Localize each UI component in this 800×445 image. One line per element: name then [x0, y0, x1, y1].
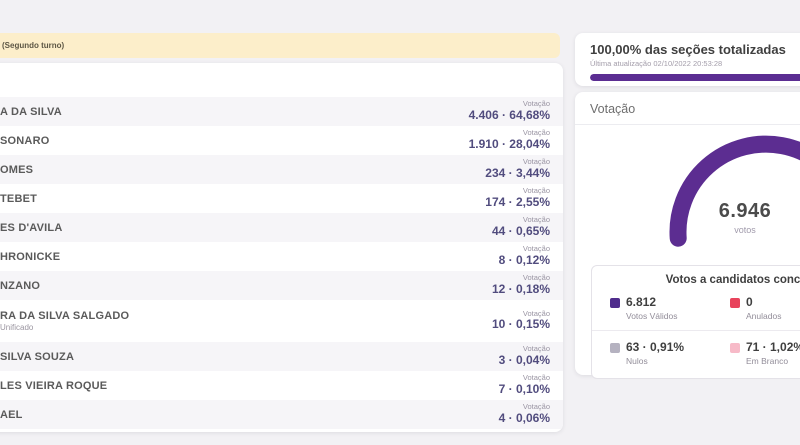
gauge-center-text: 6.946 votos — [695, 200, 795, 235]
round-banner-label: (Segundo turno) — [2, 41, 64, 50]
votacao-value: 234 · 3,44% — [485, 167, 550, 181]
legend-row: 63 · 0,91% Nulos 71 · 1,02% Em Branco — [610, 341, 800, 366]
legend-value: 71 · 1,02% — [746, 341, 800, 354]
totalization-progress-bar — [590, 74, 800, 81]
legend-item-blank-votes[interactable]: 71 · 1,02% Em Branco — [730, 341, 800, 366]
candidate-row[interactable]: ES D'AVILA Votação44 · 0,65% — [0, 213, 563, 242]
votacao-value: 1.910 · 28,04% — [469, 138, 550, 152]
totalization-title: 100,00% das seções totalizadas — [590, 42, 800, 57]
legend-value: 63 · 0,91% — [626, 341, 684, 354]
valid-votes-swatch — [610, 298, 620, 308]
legend-label: Votos Válidos — [626, 311, 678, 321]
votes-legend-box: Votos a candidatos concorrentes 6.812 Vo… — [591, 265, 800, 379]
totalization-card: 100,00% das seções totalizadas Última at… — [575, 33, 800, 86]
legend-item-null-votes[interactable]: 63 · 0,91% Nulos — [610, 341, 730, 366]
candidate-name: TEBET — [0, 193, 37, 205]
candidate-name: LES VIEIRA ROQUE — [0, 380, 107, 392]
candidate-row[interactable]: SONARO Votação1.910 · 28,04% — [0, 126, 563, 155]
null-votes-swatch — [610, 343, 620, 353]
candidate-row[interactable]: OMES Votação234 · 3,44% — [0, 155, 563, 184]
candidate-name: SONARO — [0, 135, 49, 147]
totalization-last-update: Última atualização 02/10/2022 20:53:28 — [590, 59, 800, 68]
candidate-row[interactable]: NZANO Votação12 · 0,18% — [0, 271, 563, 300]
blank-votes-swatch — [730, 343, 740, 353]
candidate-name: SILVA SOUZA — [0, 351, 74, 363]
candidate-list: A DA SILVA Votação4.406 · 64,68% SONARO … — [0, 97, 563, 429]
legend-item-annulled[interactable]: 0 Anulados — [730, 296, 800, 321]
candidate-sublabel: Unificado — [0, 323, 129, 332]
legend-title: Votos a candidatos concorrentes — [592, 274, 800, 286]
total-votes-unit: votos — [695, 225, 795, 235]
candidate-name: HRONICKE — [0, 251, 60, 263]
candidate-name: ES D'AVILA — [0, 222, 62, 234]
round-banner: (Segundo turno) — [0, 33, 560, 58]
votacao-value: 44 · 0,65% — [492, 225, 550, 239]
legend-divider — [592, 330, 800, 331]
legend-label: Anulados — [746, 311, 781, 321]
candidate-row[interactable]: SILVA SOUZA Votação3 · 0,04% — [0, 342, 563, 371]
candidate-row[interactable]: LES VIEIRA ROQUE Votação7 · 0,10% — [0, 371, 563, 400]
votacao-card: Votação 6.946 votos Votos a candidatos c… — [575, 92, 800, 375]
candidate-name: RA DA SILVA SALGADO — [0, 310, 129, 322]
votacao-value: 8 · 0,12% — [499, 254, 550, 268]
legend-value: 6.812 — [626, 296, 678, 309]
candidate-row[interactable]: RA DA SILVA SALGADO Unificado Votação10 … — [0, 300, 563, 342]
votacao-value: 174 · 2,55% — [485, 196, 550, 210]
legend-label: Nulos — [626, 356, 684, 366]
votacao-value: 4 · 0,06% — [499, 412, 550, 426]
results-card: A DA SILVA Votação4.406 · 64,68% SONARO … — [0, 63, 563, 432]
votacao-value: 10 · 0,15% — [492, 318, 550, 332]
candidate-name: A DA SILVA — [0, 106, 62, 118]
totalization-progress-fill — [590, 74, 800, 81]
candidate-row[interactable]: A DA SILVA Votação4.406 · 64,68% — [0, 97, 563, 126]
legend-label: Em Branco — [746, 356, 800, 366]
votacao-value: 4.406 · 64,68% — [469, 109, 550, 123]
votacao-value: 3 · 0,04% — [499, 354, 550, 368]
annulled-swatch — [730, 298, 740, 308]
candidate-name: OMES — [0, 164, 33, 176]
candidate-row[interactable]: AEL Votação4 · 0,06% — [0, 400, 563, 429]
legend-value: 0 — [746, 296, 781, 309]
votacao-value: 7 · 0,10% — [499, 383, 550, 397]
candidate-name: AEL — [0, 409, 23, 421]
candidate-row[interactable]: HRONICKE Votação8 · 0,12% — [0, 242, 563, 271]
votacao-value: 12 · 0,18% — [492, 283, 550, 297]
candidate-name: NZANO — [0, 280, 40, 292]
total-votes-value: 6.946 — [695, 200, 795, 223]
candidate-row[interactable]: TEBET Votação174 · 2,55% — [0, 184, 563, 213]
legend-item-valid-votes[interactable]: 6.812 Votos Válidos — [610, 296, 730, 321]
legend-row: 6.812 Votos Válidos 0 Anulados — [610, 296, 800, 321]
